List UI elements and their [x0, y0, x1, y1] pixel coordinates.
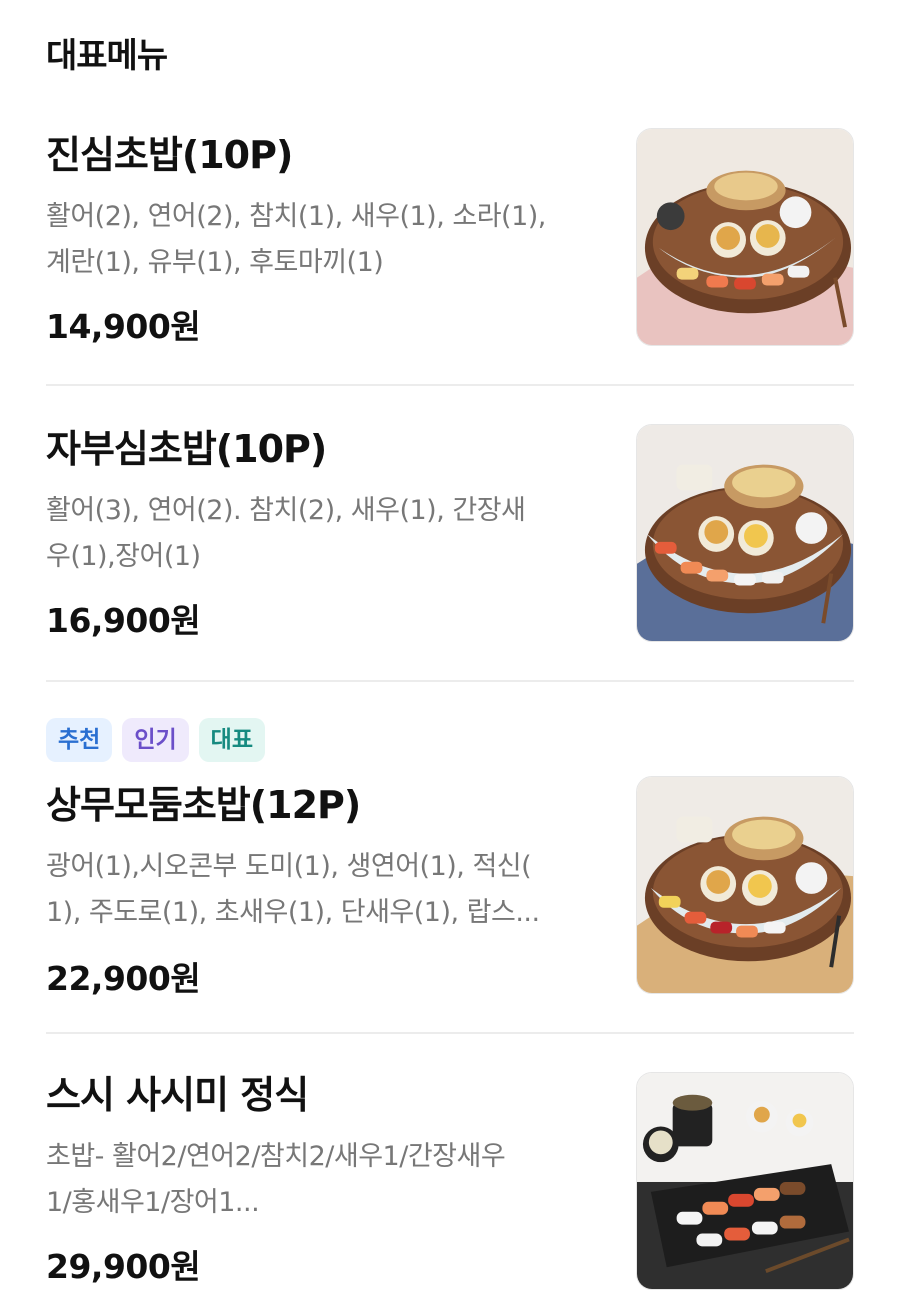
menu-item-description: 활어(3), 연어(2). 참치(2), 새우(1), 간장새 우(1),장어(… — [46, 495, 526, 572]
badge-group: 추천 인기 대표 — [46, 718, 265, 762]
menu-item-image[interactable] — [636, 776, 854, 994]
menu-item-price: 14,900원 — [46, 307, 201, 346]
menu-item-name: 스시 사시미 정식 — [46, 1073, 309, 1117]
menu-item-info: 진심초밥(10P) 활어(2), 연어(2), 참치(1), 새우(1), 소라… — [46, 128, 606, 348]
badge-signature: 대표 — [198, 718, 265, 762]
menu-item-description: 활어(2), 연어(2), 참치(1), 새우(1), 소라(1), 계란(1)… — [46, 201, 546, 278]
menu-item[interactable]: 추천 인기 대표 상무모둠초밥(12P) 광어(1),시오콘부 도미(1), 생… — [46, 718, 854, 998]
menu-page: 대표메뉴 진심초밥(10P) 활어(2), 연어(2), 참치(1), 새우(1… — [0, 0, 900, 1302]
menu-item-name: 자부심초밥(10P) — [46, 427, 327, 471]
menu-item-image[interactable] — [636, 128, 854, 346]
section-title: 대표메뉴 — [46, 36, 168, 76]
sushi-set-image — [637, 1073, 853, 1289]
divider — [46, 384, 854, 386]
sushi-platter-image — [637, 777, 853, 993]
menu-item-name: 진심초밥(10P) — [46, 133, 293, 177]
menu-item-image[interactable] — [636, 1072, 854, 1290]
menu-item-description: 광어(1),시오콘부 도미(1), 생연어(1), 적신( 1), 주도로(1)… — [46, 851, 540, 928]
sushi-platter-image — [637, 425, 853, 641]
menu-item-info: 자부심초밥(10P) 활어(3), 연어(2). 참치(2), 새우(1), 간… — [46, 424, 606, 642]
menu-item-info: 스시 사시미 정식 초밥- 활어2/연어2/참치2/새우1/간장새우 1/홍새우… — [46, 1070, 606, 1288]
menu-item-image[interactable] — [636, 424, 854, 642]
badge-popular: 인기 — [122, 718, 189, 762]
menu-item-info: 상무모둠초밥(12P) 광어(1),시오콘부 도미(1), 생연어(1), 적신… — [46, 782, 606, 1000]
sushi-platter-image — [637, 129, 853, 345]
menu-item-price: 22,900원 — [46, 959, 201, 998]
divider — [46, 1032, 854, 1034]
divider — [46, 680, 854, 682]
menu-item-price: 29,900원 — [46, 1247, 201, 1286]
menu-item[interactable]: 진심초밥(10P) 활어(2), 연어(2), 참치(1), 새우(1), 소라… — [46, 128, 854, 348]
badge-recommend: 추천 — [46, 718, 113, 762]
menu-item[interactable]: 자부심초밥(10P) 활어(3), 연어(2). 참치(2), 새우(1), 간… — [46, 424, 854, 644]
menu-item-description: 초밥- 활어2/연어2/참치2/새우1/간장새우 1/홍새우1/장어1... — [46, 1141, 506, 1218]
menu-item-price: 16,900원 — [46, 601, 201, 640]
menu-item-name: 상무모둠초밥(12P) — [46, 783, 361, 827]
menu-item[interactable]: 스시 사시미 정식 초밥- 활어2/연어2/참치2/새우1/간장새우 1/홍새우… — [46, 1070, 854, 1302]
